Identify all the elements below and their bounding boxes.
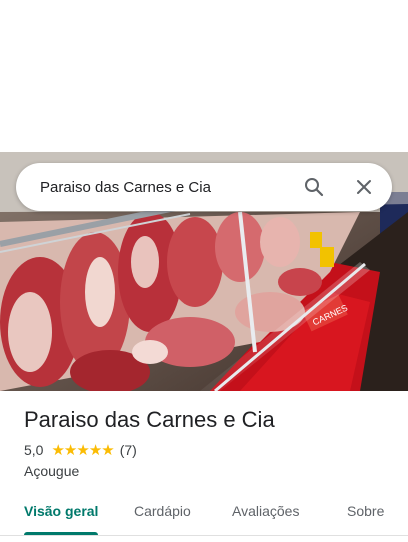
place-category[interactable]: Açougue — [24, 463, 394, 479]
tab-reviews[interactable]: Avaliações — [232, 503, 299, 519]
tabs-divider — [0, 535, 408, 536]
close-icon[interactable] — [352, 175, 376, 199]
rating-row[interactable]: 5,0 ★ ★ ★ ★ ★ (7) — [24, 441, 394, 459]
search-icon[interactable] — [302, 175, 326, 199]
star-icon: ★ — [51, 441, 64, 459]
tab-about[interactable]: Sobre — [347, 503, 384, 519]
review-count[interactable]: (7) — [120, 442, 137, 458]
rating-stars: ★ ★ ★ ★ ★ — [51, 441, 114, 459]
star-icon: ★ — [76, 441, 89, 459]
search-input[interactable]: Paraiso das Carnes e Cia — [40, 179, 302, 196]
place-name: Paraiso das Carnes e Cia — [24, 407, 275, 432]
tab-overview[interactable]: Visão geral — [24, 503, 98, 519]
place-tabs: Visão geral Cardápio Avaliações Sobre — [0, 494, 408, 536]
star-icon: ★ — [88, 441, 102, 459]
map-area — [0, 0, 408, 152]
star-icon: ★ — [101, 441, 114, 459]
place-info: Paraiso das Carnes e Cia 5,0 ★ ★ ★ ★ ★ (… — [24, 405, 394, 479]
star-icon: ★ — [63, 441, 77, 459]
tab-menu[interactable]: Cardápio — [134, 503, 191, 519]
rating-value: 5,0 — [24, 442, 44, 458]
search-bar[interactable]: Paraiso das Carnes e Cia — [16, 163, 392, 211]
